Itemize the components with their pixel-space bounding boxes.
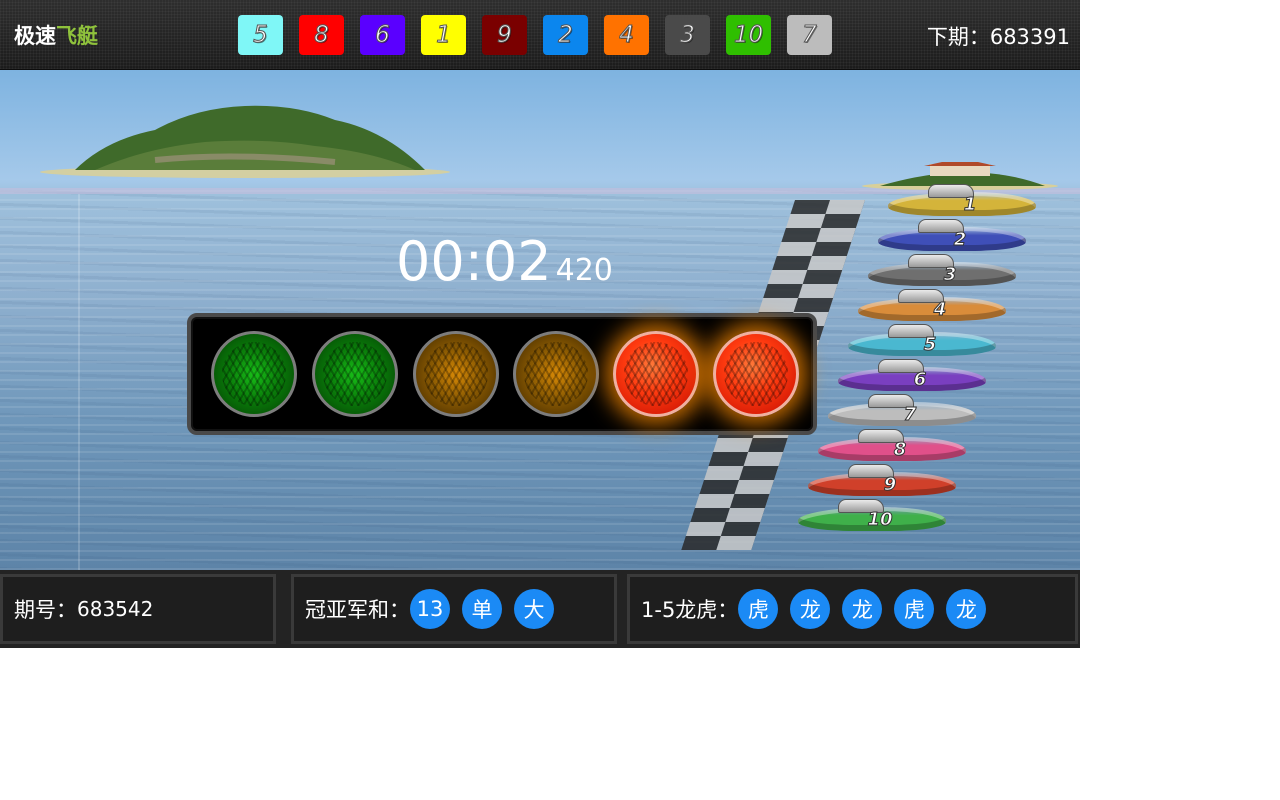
result-ball: 1: [421, 15, 466, 55]
boat-1: 1: [888, 184, 1036, 220]
result-ball: 10: [726, 15, 771, 55]
result-ball: 2: [543, 15, 588, 55]
dragon-tiger-chip: 龙: [790, 589, 831, 629]
dragon-tiger-label: 1-5龙虎：: [641, 598, 739, 622]
next-period: 下期：683391: [927, 21, 1070, 51]
game-app: 极速飞艇 5 8 6 1 9 2 4 3 10 7 下期：683391 00:0…: [0, 0, 1080, 648]
result-ball: 5: [238, 15, 283, 55]
boat-number: 6: [913, 369, 927, 391]
boat-5: 5: [848, 324, 996, 360]
logo-accent: 飞艇: [56, 24, 98, 48]
boat-number: 1: [963, 194, 977, 216]
sum-chip: 13: [410, 589, 450, 629]
last-results: 5 8 6 1 9 2 4 3 10 7: [238, 15, 832, 55]
period-label: 期号：: [14, 598, 77, 622]
boat-number: 10: [867, 509, 893, 531]
result-ball: 3: [665, 15, 710, 55]
race-scene: 00:02 420 1 2 3 4 5 6 7 8 9 10: [0, 70, 1080, 570]
sum-chip: 单: [462, 589, 502, 629]
result-ball: 6: [360, 15, 405, 55]
boat-3: 3: [868, 254, 1016, 290]
dragon-tiger-chip: 龙: [842, 589, 883, 629]
result-ball: 8: [299, 15, 344, 55]
start-light: [413, 331, 499, 417]
boat-6: 6: [838, 359, 986, 395]
boat-number: 4: [933, 299, 947, 321]
header-bar: 极速飞艇 5 8 6 1 9 2 4 3 10 7 下期：683391: [0, 0, 1080, 70]
info-bar: 期号： 683542 冠亚军和： 13 单 大 1-5龙虎： 虎 龙 龙 虎 龙: [0, 570, 1080, 648]
start-light: [613, 331, 699, 417]
boat-4: 4: [858, 289, 1006, 325]
boat-2: 2: [878, 219, 1026, 255]
start-light: [513, 331, 599, 417]
sum-label: 冠亚军和：: [305, 598, 410, 622]
boat-number: 9: [883, 474, 897, 496]
boat-7: 7: [828, 394, 976, 430]
countdown-timer: 00:02 420: [396, 230, 613, 293]
period-box: 期号： 683542: [0, 574, 276, 644]
sum-box: 冠亚军和： 13 单 大: [291, 574, 617, 644]
dragon-tiger-chip: 龙: [946, 589, 987, 629]
result-ball: 9: [482, 15, 527, 55]
boat-number: 7: [903, 404, 917, 426]
dragon-tiger-chip: 虎: [738, 589, 779, 629]
next-period-value: 683391: [989, 25, 1070, 49]
boat-8: 8: [818, 429, 966, 465]
result-ball: 7: [787, 15, 832, 55]
start-light: [211, 331, 297, 417]
start-light: [312, 331, 398, 417]
boat-9: 9: [808, 464, 956, 500]
next-period-label: 下期：: [926, 25, 990, 49]
period-value: 683542: [77, 597, 154, 621]
boat-number: 5: [923, 334, 937, 356]
timer-seconds: 00:02: [396, 230, 552, 293]
island-image: [40, 105, 450, 178]
result-ball: 4: [604, 15, 649, 55]
start-light: [713, 331, 799, 417]
sum-chip: 大: [514, 589, 554, 629]
boat-number: 8: [893, 439, 907, 461]
timer-milliseconds: 420: [555, 253, 613, 288]
scene-divider: [78, 194, 80, 570]
boat-number: 2: [953, 229, 967, 251]
boat-number: 3: [943, 264, 957, 286]
dragon-tiger-box: 1-5龙虎： 虎 龙 龙 虎 龙: [627, 574, 1078, 644]
boat-10: 10: [798, 499, 946, 535]
start-lights-panel: [187, 313, 817, 435]
dragon-tiger-chip: 虎: [894, 589, 935, 629]
logo: 极速飞艇: [14, 20, 98, 50]
logo-main: 极速: [14, 24, 56, 48]
